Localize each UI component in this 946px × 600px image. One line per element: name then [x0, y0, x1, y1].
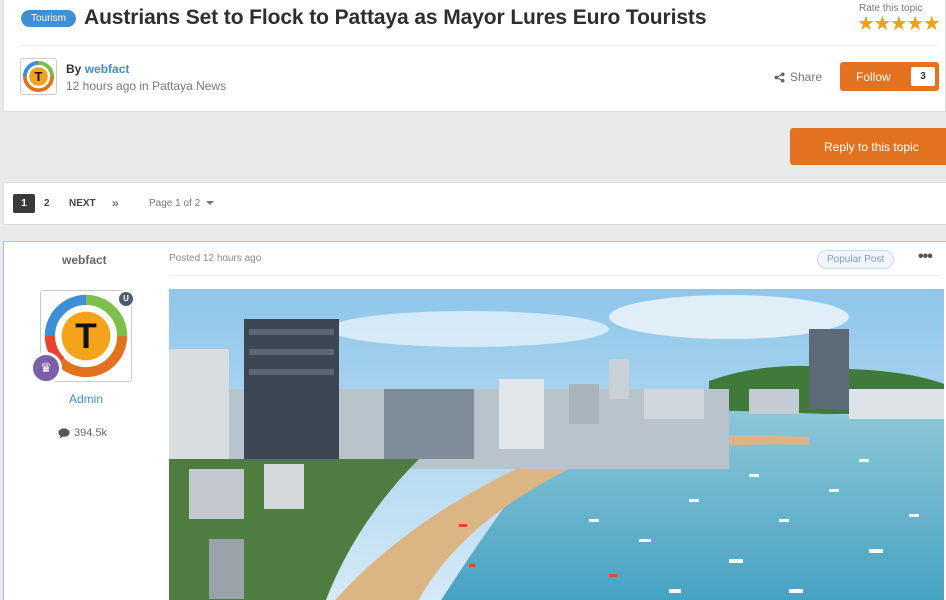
popular-post-badge: Popular Post [817, 250, 895, 269]
share-button[interactable]: Share [774, 70, 822, 84]
author-avatar[interactable]: T [20, 58, 57, 95]
divider [19, 45, 937, 46]
page-link[interactable]: 2 [44, 194, 50, 213]
topic-meta: 12 hours ago in Pattaya News [66, 79, 227, 93]
post: webfact Posted 12 hours ago Popular Post… [3, 241, 946, 600]
follow-label: Follow [856, 69, 891, 84]
caret-down-icon [205, 201, 214, 206]
share-label: Share [790, 70, 823, 84]
svg-text:T: T [75, 317, 97, 356]
follow-button[interactable]: Follow 3 [840, 62, 939, 91]
comment-icon [58, 427, 70, 439]
share-icon [774, 71, 785, 83]
logo-icon: T [23, 61, 54, 92]
last-page-button[interactable]: » [112, 194, 119, 213]
topic-title: Austrians Set to Flock to Pattaya as May… [84, 6, 707, 29]
post-date[interactable]: Posted 12 hours ago [169, 253, 261, 264]
post-image[interactable] [169, 289, 944, 600]
by-line: By webfact [66, 62, 130, 76]
page-jump-dropdown[interactable]: Page 1 of 2 [149, 194, 214, 213]
next-button[interactable]: NEXT [69, 194, 96, 213]
post-count: 394.5k [58, 427, 107, 439]
category-tag[interactable]: Tourism [21, 10, 77, 27]
beach-city-photo [169, 289, 944, 600]
topic-header: Tourism Austrians Set to Flock to Pattay… [3, 0, 946, 112]
pagination: 1 2 NEXT » Page 1 of 2 [3, 182, 946, 225]
divider [169, 275, 942, 276]
more-options-icon[interactable]: ••• [918, 248, 933, 266]
author-rank: Admin [68, 392, 103, 406]
post-author[interactable]: webfact [62, 253, 107, 267]
shield-icon: U [117, 290, 135, 308]
author-link[interactable]: webfact [85, 62, 130, 76]
svg-text:T: T [35, 69, 43, 84]
rating-stars[interactable]: ★★★★★ [857, 14, 941, 34]
crown-icon: ♛ [30, 352, 62, 384]
reply-button[interactable]: Reply to this topic [790, 128, 946, 165]
page-current[interactable]: 1 [13, 194, 35, 213]
follow-count: 3 [911, 67, 935, 86]
